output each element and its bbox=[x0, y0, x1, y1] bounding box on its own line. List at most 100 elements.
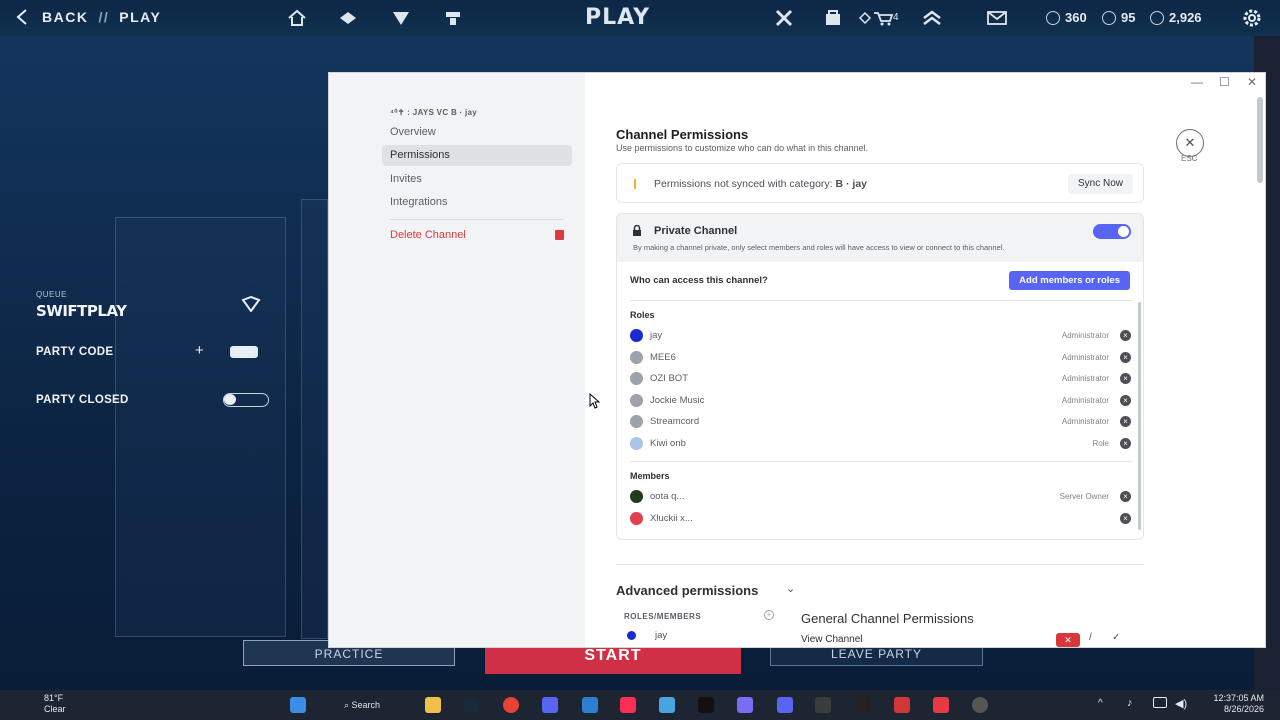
music-icon[interactable] bbox=[620, 697, 636, 713]
roblox-icon[interactable] bbox=[894, 697, 910, 713]
toggle-knob bbox=[1118, 226, 1129, 237]
neutral-permission-button[interactable]: / bbox=[1089, 632, 1092, 643]
role-row[interactable]: MEE6 Administrator × bbox=[630, 350, 1132, 366]
roles-section-label: Roles bbox=[630, 310, 655, 320]
private-channel-toggle[interactable] bbox=[1093, 224, 1131, 239]
chevron-up-icon[interactable]: ^ bbox=[1098, 698, 1103, 709]
role-row[interactable]: Streamcord Administrator × bbox=[630, 414, 1132, 430]
settings-gear-icon[interactable] bbox=[1240, 7, 1264, 29]
cart-icon[interactable] bbox=[858, 9, 894, 27]
discord-alt-icon[interactable] bbox=[777, 697, 793, 713]
private-channel-title: Private Channel bbox=[654, 225, 738, 237]
member-row[interactable]: oota q... Server Owner × bbox=[630, 489, 1132, 505]
member-row[interactable]: Xluckii x... × bbox=[630, 511, 1132, 527]
tiktok-icon[interactable] bbox=[698, 697, 714, 713]
advanced-permissions-header[interactable]: Advanced permissions bbox=[616, 583, 758, 598]
close-settings-button[interactable]: ✕ bbox=[1176, 129, 1204, 157]
battlepass-icon[interactable] bbox=[774, 9, 794, 27]
volume-icon[interactable]: ◀) bbox=[1175, 697, 1187, 710]
panel-scrollbar[interactable] bbox=[1138, 302, 1141, 530]
mail-icon[interactable] bbox=[987, 9, 1007, 27]
close-window-icon[interactable]: ✕ bbox=[1247, 75, 1257, 89]
start-button[interactable]: START bbox=[485, 646, 741, 674]
file-explorer-icon[interactable] bbox=[425, 697, 441, 713]
window-scrollbar[interactable] bbox=[1257, 97, 1263, 183]
remove-role-icon[interactable]: × bbox=[1120, 416, 1131, 427]
gamepad-icon[interactable] bbox=[737, 697, 753, 713]
queue-mode[interactable]: SWIFTPLAY bbox=[36, 302, 127, 320]
role-row[interactable]: OZI BOT Administrator × bbox=[630, 371, 1132, 387]
role-member-item[interactable]: jay bbox=[655, 630, 667, 641]
page-title: Channel Permissions bbox=[616, 127, 749, 142]
chevron-down-icon[interactable]: ⌄ bbox=[786, 582, 795, 595]
store-icon[interactable] bbox=[823, 9, 843, 27]
party-code-chat-icon[interactable] bbox=[230, 346, 258, 358]
members-section-label: Members bbox=[630, 471, 670, 481]
sidebar-divider bbox=[390, 219, 564, 220]
home-icon[interactable] bbox=[287, 9, 307, 27]
party-open-toggle[interactable] bbox=[223, 393, 269, 407]
kingdom-credits-value: 2,926 bbox=[1169, 10, 1202, 25]
remove-role-icon[interactable]: × bbox=[1120, 330, 1131, 341]
role-row[interactable]: Kiwi onb Role × bbox=[630, 436, 1132, 452]
sidebar-item-permissions[interactable]: Permissions bbox=[382, 145, 572, 166]
steam-icon[interactable] bbox=[463, 697, 479, 713]
back-button[interactable]: BACK // PLAY bbox=[14, 8, 161, 26]
clock-date: 8/26/2026 bbox=[1223, 704, 1264, 714]
role-name: MEE6 bbox=[650, 351, 676, 363]
kingdom-credits-icon bbox=[1150, 10, 1164, 25]
remove-role-icon[interactable]: × bbox=[1120, 351, 1131, 363]
minecraft-icon[interactable] bbox=[815, 697, 831, 713]
taskbar-search[interactable]: ⌕ Search bbox=[336, 695, 388, 715]
queue-label: QUEUE bbox=[36, 290, 67, 299]
remove-role-icon[interactable]: × bbox=[1120, 373, 1131, 384]
sync-now-button[interactable]: Sync Now bbox=[1067, 174, 1133, 194]
windows-start-icon[interactable] bbox=[290, 697, 306, 713]
add-role-plus-icon[interactable]: + bbox=[764, 610, 774, 620]
channel-suffix: B · jay bbox=[450, 108, 478, 117]
clock[interactable]: 12:37:05 AM 8/26/2026 bbox=[1213, 693, 1264, 715]
role-name: Kiwi onb bbox=[650, 437, 686, 449]
minimize-icon[interactable]: — bbox=[1191, 75, 1203, 89]
career-icon[interactable] bbox=[391, 9, 411, 27]
agents-icon[interactable] bbox=[338, 9, 358, 27]
network-icon[interactable] bbox=[1153, 697, 1167, 708]
weather-widget[interactable]: 81°F Clear bbox=[14, 693, 66, 715]
add-members-or-roles-button[interactable]: Add members or roles bbox=[1009, 271, 1130, 290]
role-name: jay bbox=[650, 330, 663, 341]
remove-role-icon[interactable]: × bbox=[1120, 437, 1131, 449]
delete-channel-button[interactable]: Delete Channel bbox=[382, 225, 572, 246]
rank-icon[interactable] bbox=[922, 9, 942, 27]
sidebar-item-integrations[interactable]: Integrations bbox=[382, 192, 572, 213]
remove-member-icon[interactable]: × bbox=[1120, 491, 1131, 502]
valorant-points-icon bbox=[1046, 10, 1060, 25]
capcut-icon[interactable] bbox=[855, 697, 871, 713]
sync-category: B · jay bbox=[835, 178, 868, 190]
esc-label: ESC bbox=[1181, 154, 1198, 163]
private-channel-panel: Private Channel By making a channel priv… bbox=[616, 213, 1144, 540]
chrome-icon[interactable] bbox=[503, 697, 519, 713]
breadcrumb-current: PLAY bbox=[119, 9, 162, 25]
party-slot bbox=[115, 217, 286, 637]
collection-icon[interactable] bbox=[443, 9, 463, 27]
notepad-icon[interactable] bbox=[659, 697, 675, 713]
role-row[interactable]: jay Administrator × bbox=[630, 328, 1132, 344]
valorant-icon[interactable] bbox=[933, 697, 949, 713]
role-tag: Administrator bbox=[1061, 331, 1109, 340]
role-row[interactable]: Jockie Music Administrator × bbox=[630, 393, 1132, 409]
allow-permission-button[interactable]: ✓ bbox=[1112, 632, 1120, 643]
leave-party-label: LEAVE PARTY bbox=[830, 647, 923, 661]
edge-icon[interactable] bbox=[582, 697, 598, 713]
maximize-icon[interactable]: ☐ bbox=[1219, 75, 1230, 89]
remove-role-icon[interactable]: × bbox=[1120, 394, 1131, 406]
obs-icon[interactable] bbox=[972, 697, 988, 713]
sidebar-item-overview[interactable]: Overview bbox=[382, 122, 572, 143]
microphone-icon[interactable]: ♪ bbox=[1127, 697, 1133, 709]
member-avatar-icon bbox=[630, 511, 643, 525]
remove-member-icon[interactable]: × bbox=[1120, 512, 1131, 524]
deny-permission-button[interactable]: ✕ bbox=[1056, 633, 1080, 647]
sidebar-item-invites[interactable]: Invites bbox=[382, 169, 572, 190]
start-label: START bbox=[584, 647, 642, 664]
plus-icon[interactable]: + bbox=[195, 342, 204, 359]
discord-icon[interactable] bbox=[542, 697, 558, 713]
